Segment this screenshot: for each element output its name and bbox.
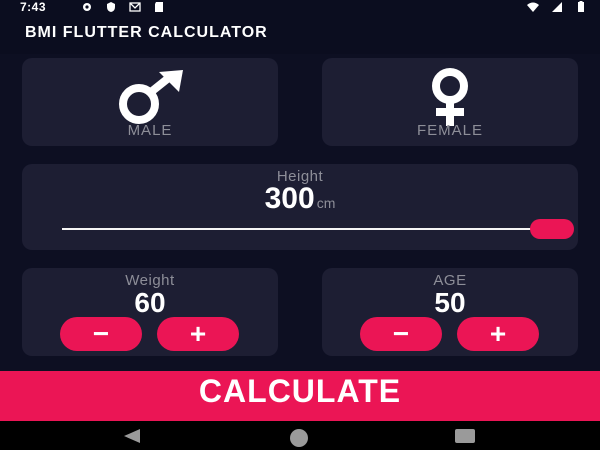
battery-icon (578, 1, 584, 12)
height-card: Height 300 cm (22, 164, 578, 250)
height-readout: 300 cm (22, 182, 578, 216)
status-time: 7:43 (20, 0, 47, 14)
age-plus-button[interactable]: + (457, 317, 539, 351)
status-icons-left (80, 1, 166, 13)
shield-icon (107, 2, 115, 12)
settings-icon (83, 3, 91, 11)
calculate-button[interactable]: CALCULATE (0, 371, 600, 421)
sd-card-icon (155, 2, 163, 12)
recents-icon[interactable] (455, 429, 475, 443)
weight-card: Weight 60 − + (22, 268, 278, 356)
female-label: FEMALE (416, 122, 483, 139)
gender-card-male[interactable]: MALE (22, 58, 278, 146)
minus-icon: − (392, 318, 410, 349)
plus-icon: + (189, 318, 207, 349)
weight-minus-button[interactable]: − (60, 317, 142, 351)
signal-icon (552, 2, 562, 12)
female-icon (432, 68, 468, 126)
height-slider-thumb[interactable] (530, 219, 574, 239)
app-title: BMI FLUTTER CALCULATOR (25, 24, 268, 41)
age-value: 50 (434, 287, 466, 318)
weight-value: 60 (134, 287, 166, 318)
system-nav-bar (0, 421, 600, 450)
app-screen: 7:43 BMI FLUTTER CALCULATOR MALE FEMALE … (0, 0, 600, 450)
plus-icon: + (489, 318, 507, 349)
mail-icon (129, 2, 141, 12)
home-icon[interactable] (290, 429, 308, 447)
calculate-label: CALCULATE (198, 373, 402, 409)
gender-card-female[interactable]: FEMALE (322, 58, 578, 146)
age-minus-button[interactable]: − (360, 317, 442, 351)
male-label: MALE (127, 122, 173, 139)
male-icon (119, 70, 183, 124)
age-card: AGE 50 − + (322, 268, 578, 356)
weight-plus-button[interactable]: + (157, 317, 239, 351)
height-slider-track[interactable] (62, 228, 552, 230)
height-unit: cm (316, 195, 336, 211)
back-icon[interactable] (122, 429, 142, 443)
wifi-icon (527, 2, 539, 12)
app-bar: BMI FLUTTER CALCULATOR (0, 14, 600, 54)
height-value: 300 (264, 182, 315, 215)
status-bar: 7:43 (0, 0, 600, 14)
status-icons-right (526, 1, 588, 13)
minus-icon: − (92, 318, 110, 349)
